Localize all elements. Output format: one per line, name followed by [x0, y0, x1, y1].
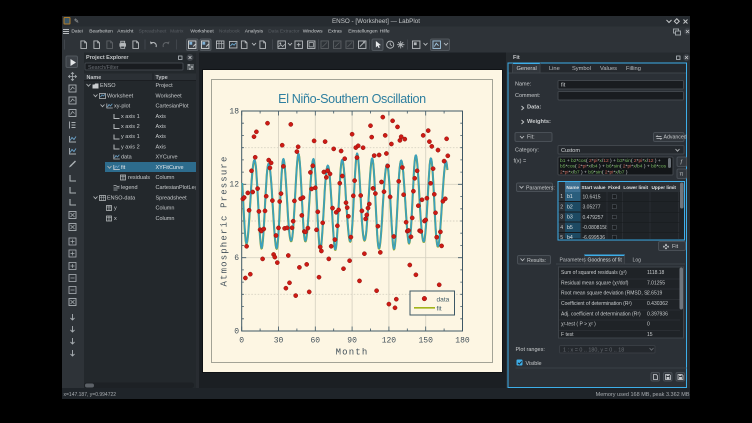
svg-text:0: 0: [234, 327, 239, 336]
svg-text:120: 120: [382, 337, 397, 346]
svg-text:180: 180: [455, 337, 470, 346]
svg-text:Atmospheric Pressure: Atmospheric Pressure: [220, 155, 230, 286]
svg-text:data: data: [437, 296, 450, 303]
svg-text:El Niño-Southern Oscillation: El Niño-Southern Oscillation: [278, 92, 426, 106]
svg-text:30: 30: [274, 337, 284, 346]
svg-text:0: 0: [239, 337, 244, 346]
svg-text:Month: Month: [336, 348, 369, 358]
svg-text:18: 18: [229, 107, 239, 116]
svg-text:90: 90: [347, 337, 357, 346]
svg-text:6: 6: [234, 254, 239, 263]
svg-text:150: 150: [418, 337, 433, 346]
svg-text:60: 60: [310, 337, 320, 346]
svg-text:12: 12: [229, 181, 239, 190]
svg-text:fit: fit: [437, 306, 442, 313]
